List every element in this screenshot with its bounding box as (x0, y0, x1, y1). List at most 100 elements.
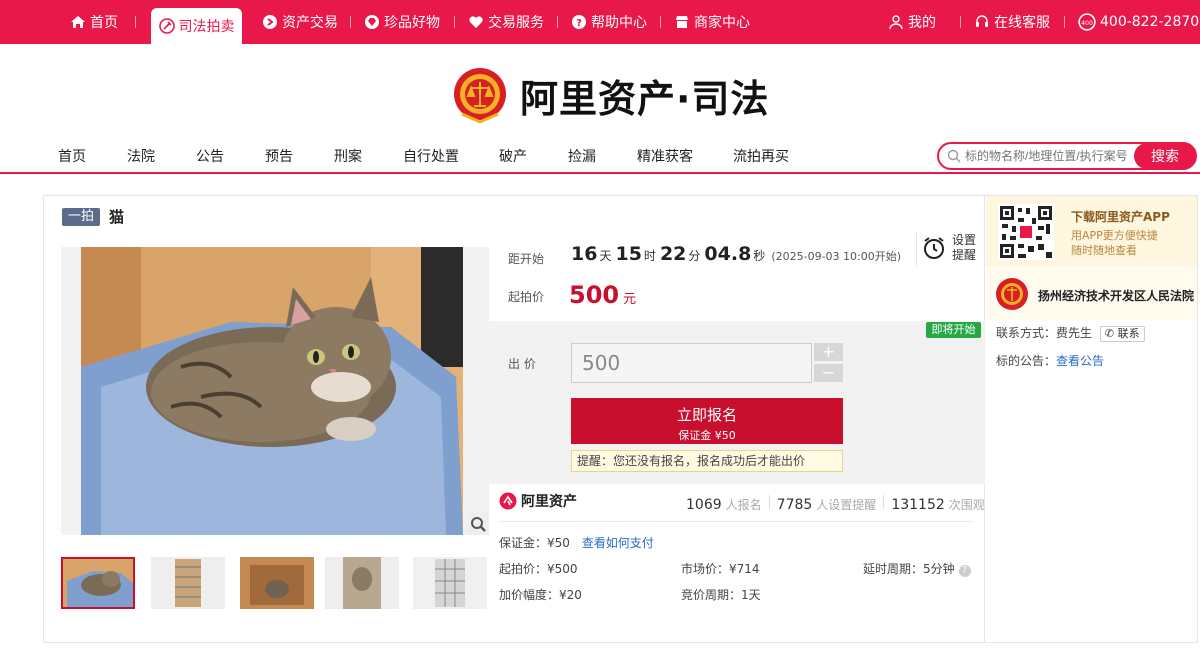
topnav-online-service-label: 在线客服 (994, 15, 1050, 31)
alibaba-assets-logo: 阿里资产 (499, 491, 577, 511)
topnav-merchant-center-label: 商家中心 (694, 15, 750, 31)
zoom-button[interactable] (467, 513, 489, 535)
signup-count-unit: 人报名 (725, 498, 762, 512)
site-logo[interactable]: 阿里资产·司法 (452, 64, 769, 126)
item-title: 猫 (109, 208, 125, 226)
increment-info: 加价幅度：¥20 (499, 588, 582, 602)
countdown-seconds-unit: 秒 (753, 249, 766, 263)
topnav-my-label: 我的 (908, 15, 936, 31)
phone-icon: 400 (1078, 13, 1096, 31)
topnav-help-center[interactable]: ? 帮助中心 (571, 0, 647, 44)
thumbnail-2[interactable] (151, 557, 225, 609)
how-to-pay-link[interactable]: 查看如何支付 (582, 536, 654, 550)
signup-count: 1069 (686, 497, 722, 513)
asset-icon (263, 15, 277, 29)
nav-bankruptcy[interactable]: 破产 (499, 146, 527, 166)
thumbnail-image (240, 557, 314, 609)
nav-precise-leads[interactable]: 精准获客 (637, 146, 693, 166)
delay-period-info: 延时周期：5分钟? (863, 560, 971, 577)
divider (557, 16, 558, 28)
gavel-icon (158, 18, 175, 34)
search-button[interactable]: 搜索 (1134, 143, 1196, 169)
thumbnail-image (151, 557, 225, 609)
start-price-value: 500 (569, 281, 620, 309)
ali-assets-icon (499, 492, 517, 510)
divider (350, 16, 351, 28)
countdown-label: 距开始 (508, 252, 545, 266)
divider (916, 233, 917, 267)
set-reminder-button[interactable]: 设置提醒 (922, 233, 978, 263)
start-time-note: (2025-09-03 10:00开始) (771, 250, 902, 263)
market-price-info: 市场价：¥714 (681, 562, 760, 576)
divider (883, 495, 885, 509)
signup-button[interactable]: 立即报名 保证金 ¥50 (571, 398, 843, 444)
zoom-icon (471, 517, 486, 532)
topnav-judicial-auction[interactable]: 司法拍卖 (151, 8, 242, 44)
thumbnail-5[interactable] (413, 557, 487, 609)
countdown-days: 16 (571, 243, 598, 265)
nav-notice[interactable]: 公告 (196, 146, 224, 166)
topnav-online-service[interactable]: 在线客服 (974, 0, 1050, 44)
bid-label: 出 价 (508, 357, 536, 371)
divider (135, 16, 136, 28)
topnav-trade-service[interactable]: 交易服务 (468, 0, 544, 44)
notice-label: 标的公告： (996, 354, 1057, 368)
shop-icon (676, 16, 688, 28)
divider (768, 495, 770, 509)
reminder-count-unit: 人设置提醒 (816, 498, 877, 512)
contact-button[interactable]: ✆ 联系 (1099, 326, 1145, 342)
deposit-text: 保证金：¥50 (499, 536, 570, 550)
thumbnail-image (63, 559, 133, 607)
topnav-hotline: 400 400-822-2870 (1078, 0, 1199, 44)
topnav-judicial-auction-label: 司法拍卖 (178, 19, 235, 35)
start-price-label: 起拍价 (508, 290, 545, 304)
bid-amount-input[interactable]: 500 (571, 343, 812, 383)
auction-round-badge: 一拍 (62, 208, 100, 226)
brand-name: 阿里资产·司法 (520, 76, 770, 121)
auction-stats: 1069 人报名 7785 人设置提醒 131152 次围观 (686, 495, 985, 513)
thumbnail-image (413, 557, 487, 609)
court-emblem-icon (454, 68, 506, 124)
thumbnail-3[interactable] (240, 557, 314, 609)
help-icon: ? (572, 15, 586, 29)
thumbnail-4[interactable] (325, 557, 399, 609)
divider (499, 521, 973, 522)
signup-deposit: 保证金 ¥50 (678, 429, 736, 442)
nav-criminal[interactable]: 刑案 (334, 146, 362, 166)
nav-court[interactable]: 法院 (127, 146, 155, 166)
court-emblem-icon (996, 278, 1028, 310)
thumbnail-1[interactable] (61, 557, 135, 609)
topnav-treasures-label: 珍品好物 (384, 15, 440, 31)
app-desc-line-1: 用APP更方便快捷 (1071, 229, 1158, 242)
decrease-bid-button[interactable]: − (814, 364, 843, 382)
view-notice-link[interactable]: 查看公告 (1056, 354, 1104, 368)
topnav-home-label: 首页 (90, 15, 118, 31)
nav-home[interactable]: 首页 (58, 146, 86, 166)
increase-bid-button[interactable]: + (814, 343, 843, 361)
court-name[interactable]: 扬州经济技术开发区人民法院 (1038, 287, 1194, 304)
countdown: 16 天 15 时 22 分 04.8 秒 (2025-09-03 10:00开… (571, 243, 901, 265)
nav-bargain[interactable]: 捡漏 (568, 146, 596, 166)
topnav-merchant-center[interactable]: 商家中心 (674, 0, 750, 44)
topnav-treasures[interactable]: 珍品好物 (364, 0, 440, 44)
nav-rebuy[interactable]: 流拍再买 (733, 146, 789, 166)
view-count-unit: 次围观 (948, 498, 985, 512)
divider (454, 16, 455, 28)
nav-preview[interactable]: 预告 (265, 146, 293, 166)
search-input[interactable] (965, 149, 1134, 163)
topnav-home[interactable]: 首页 (70, 0, 118, 44)
app-download-title[interactable]: 下载阿里资产APP (1071, 208, 1170, 225)
alarm-icon (924, 237, 944, 259)
countdown-minutes: 22 (659, 243, 687, 265)
topnav-asset-trade-label: 资产交易 (282, 15, 338, 31)
thumbnail-image (325, 557, 399, 609)
topnav-my[interactable]: 我的 (888, 0, 936, 44)
help-icon[interactable]: ? (958, 565, 971, 577)
item-photo[interactable] (61, 247, 489, 535)
topnav-asset-trade[interactable]: 资产交易 (262, 0, 338, 44)
nav-self-disposal[interactable]: 自行处置 (403, 146, 459, 166)
home-icon (71, 16, 85, 28)
svg-text:?: ? (576, 18, 582, 29)
nav-divider (0, 172, 1200, 174)
start-price: 500 元 (569, 281, 636, 309)
